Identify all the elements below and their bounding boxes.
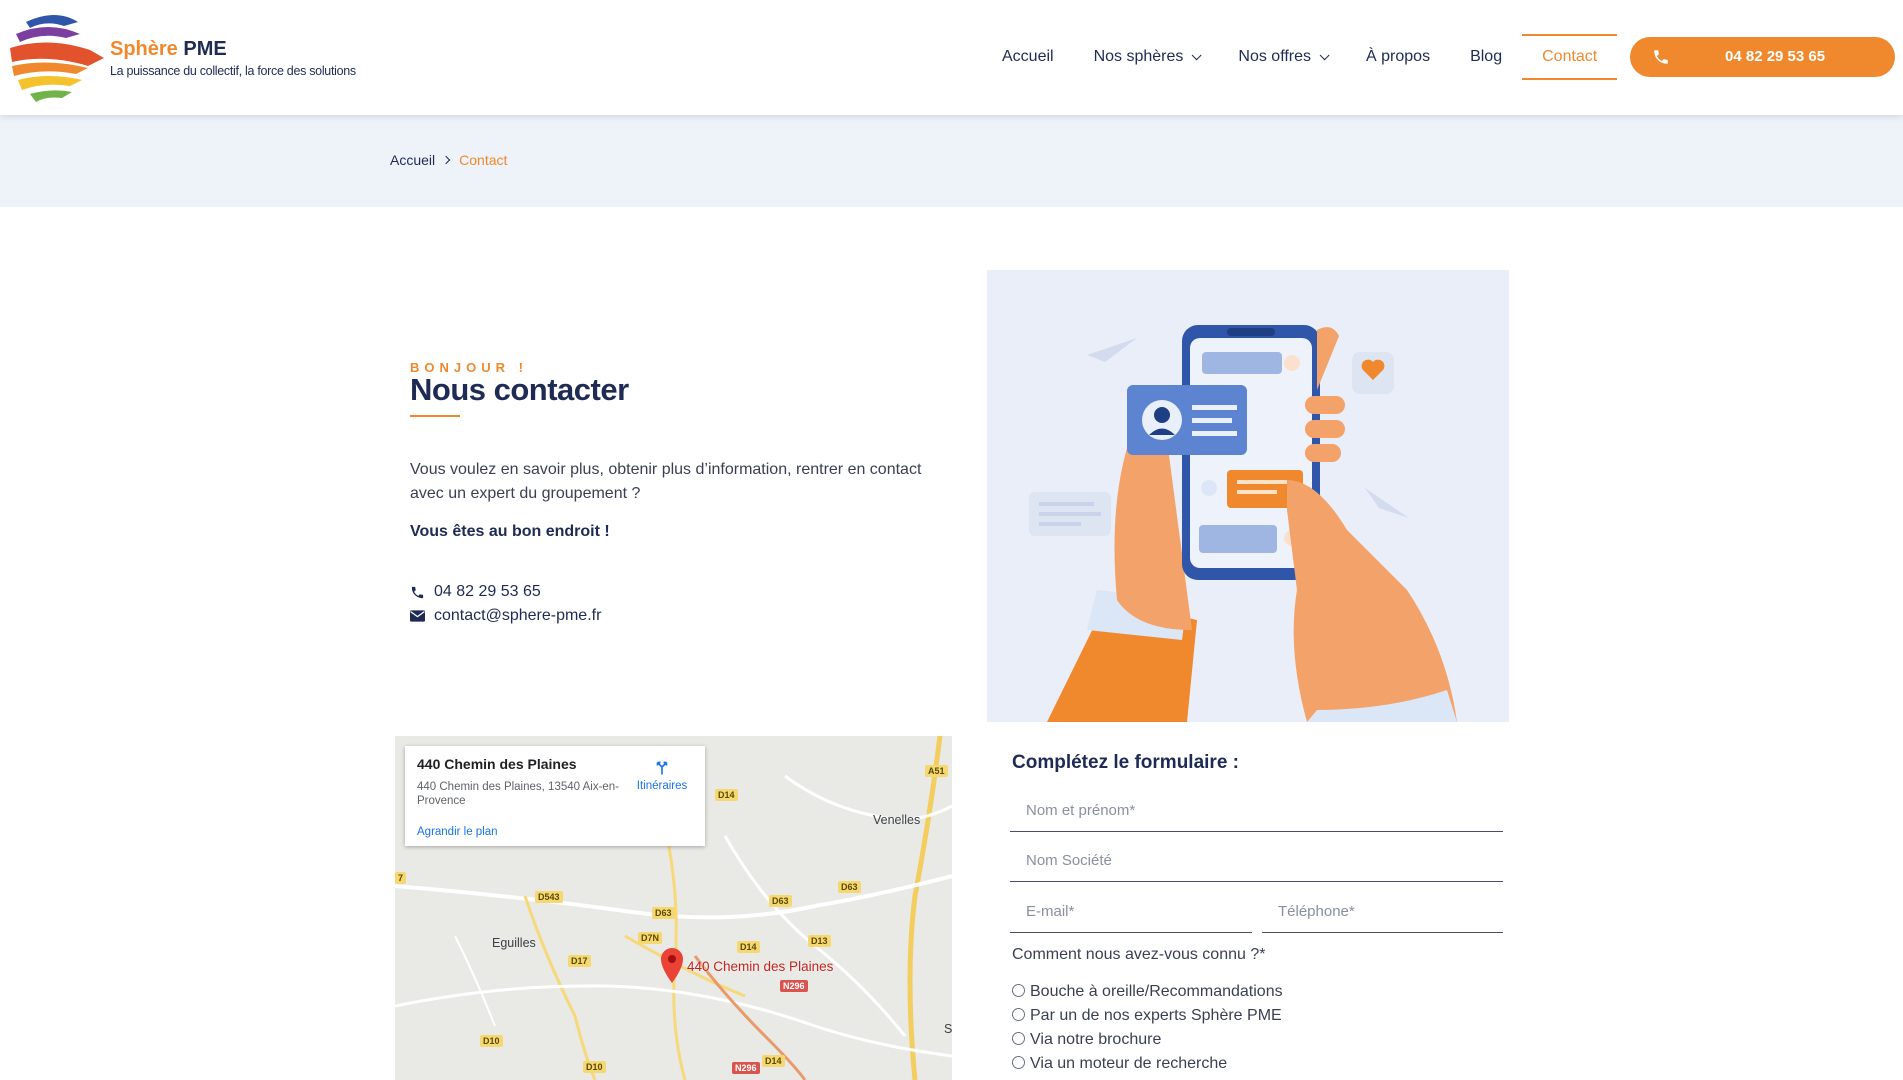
nav-item-accueil[interactable]: Accueil [982,34,1074,80]
map-enlarge-link[interactable]: Agrandir le plan [417,826,498,838]
phone-icon [1654,50,1668,64]
map-road-label: D10 [583,1061,606,1073]
map-road-label: D543 [535,891,563,903]
radio-label: Bouche à oreille/Recommandations [1030,983,1283,1000]
nav-label: Nos sphères [1093,48,1184,65]
breadcrumb-current: Contact [459,152,508,168]
chevron-down-icon [1192,49,1202,60]
email-field-wrapper [1010,891,1252,933]
chevron-right-icon [441,155,451,165]
map-card-title: 440 Chemin des Plaines [417,756,577,772]
map-place-label: Venelles [873,813,921,827]
brand-name-part2: PME [183,38,227,60]
breadcrumb-band: Accueil Contact [0,115,1903,207]
map-place-label: S [944,1022,952,1036]
breadcrumb: Accueil Contact [390,152,507,168]
breadcrumb-home-link[interactable]: Accueil [390,152,435,168]
title-underline [410,415,460,417]
nav-label: Contact [1542,48,1598,65]
company-field-wrapper [1010,840,1503,882]
radio-option-search-engine[interactable]: Via un moteur de recherche [1012,1055,1227,1073]
phone-chat-illustration [1029,325,1457,722]
nav-label: Accueil [1002,48,1054,65]
map-road-label: D63 [652,907,675,919]
map-road-label: N296 [780,980,808,992]
email-input[interactable] [1010,891,1252,932]
contact-phone-text: 04 82 29 53 65 [434,583,541,600]
radio-label: Via un moteur de recherche [1030,1055,1228,1072]
nav-item-a-propos[interactable]: À propos [1346,34,1450,80]
intro-text: Vous voulez en savoir plus, obtenir plus… [410,461,922,502]
map-pin-icon[interactable] [659,946,685,984]
nav-item-nos-spheres[interactable]: Nos sphères [1074,34,1219,80]
map-pin-label: 440 Chemin des Plaines [687,959,834,974]
map-road-label: D14 [715,789,738,801]
map-road-label: D14 [762,1055,785,1067]
nav-item-nos-offres[interactable]: Nos offres [1218,34,1346,80]
radio-option-word-of-mouth[interactable]: Bouche à oreille/Recommandations [1012,983,1283,1001]
map-road-label: D7N [638,932,663,944]
company-input[interactable] [1010,840,1503,881]
radio-option-brochure[interactable]: Via notre brochure [1012,1031,1161,1049]
nav-label: Nos offres [1238,48,1312,65]
contact-phone[interactable]: 04 82 29 53 65 [410,583,541,601]
contact-email-text: contact@sphere-pme.fr [434,607,602,624]
contact-email[interactable]: contact@sphere-pme.fr [410,607,601,625]
source-question: Comment nous avez-vous connu ?* [1012,946,1266,963]
nav-label: À propos [1366,48,1431,65]
radio-circle[interactable] [1012,1056,1025,1069]
phone-input[interactable] [1262,891,1503,932]
map-road-label: N296 [732,1062,760,1074]
brand-name: Sphère PME [110,38,227,61]
map-card-address: 440 Chemin des Plaines, 13540 Aix-en-Pro… [417,781,620,807]
envelope-icon [410,610,425,622]
sphere-logo-icon [10,15,104,102]
header-phone-number: 04 82 29 53 65 [1725,48,1826,65]
map-road-label: A51 [925,765,948,777]
brand-name-part1: Sphère [110,38,178,60]
map-road-label: D14 [737,941,760,953]
contact-illustration [987,270,1509,722]
phone-icon [411,586,424,598]
map-road-label: D10 [480,1035,503,1047]
phone-field-wrapper [1262,891,1503,933]
nav-item-contact[interactable]: Contact [1522,34,1618,80]
radio-label: Par un de nos experts Sphère PME [1030,1007,1282,1024]
map-directions-button[interactable]: Itinéraires [627,758,697,792]
nav-label: Blog [1470,48,1503,65]
nav-item-blog[interactable]: Blog [1450,34,1522,80]
brand-logo[interactable]: Sphère PME La puissance du collectif, la… [8,10,368,105]
directions-icon [656,761,668,775]
location-map[interactable]: 440 Chemin des Plaines 440 Chemin des Pl… [395,736,952,1080]
map-road-label: 7 [395,872,407,884]
radio-option-expert[interactable]: Par un de nos experts Sphère PME [1012,1007,1282,1025]
main-nav: Accueil Nos sphères Nos offres À propos … [982,34,1618,80]
chevron-down-icon [1319,49,1330,60]
form-title: Complétez le formulaire : [1012,752,1239,773]
radio-circle[interactable] [1012,984,1025,997]
radio-circle[interactable] [1012,1008,1025,1021]
map-road-label: D63 [769,895,792,907]
header-phone-button[interactable]: 04 82 29 53 65 [1630,37,1895,77]
brand-tagline: La puissance du collectif, la force des … [110,64,356,78]
name-input[interactable] [1010,790,1503,831]
page-title: Nous contacter [410,372,629,407]
radio-circle[interactable] [1012,1032,1025,1045]
intro-strong-text: Vous êtes au bon endroit ! [410,523,610,540]
map-info-card: 440 Chemin des Plaines 440 Chemin des Pl… [405,746,705,846]
radio-label: Via notre brochure [1030,1031,1162,1048]
name-field-wrapper [1010,790,1503,832]
map-road-label: D17 [568,955,591,967]
site-header: Sphère PME La puissance du collectif, la… [0,0,1903,115]
map-road-label: D13 [808,935,831,947]
map-directions-label: Itinéraires [636,780,688,792]
map-place-label: Eguilles [492,936,536,950]
map-road-label: D63 [838,881,861,893]
